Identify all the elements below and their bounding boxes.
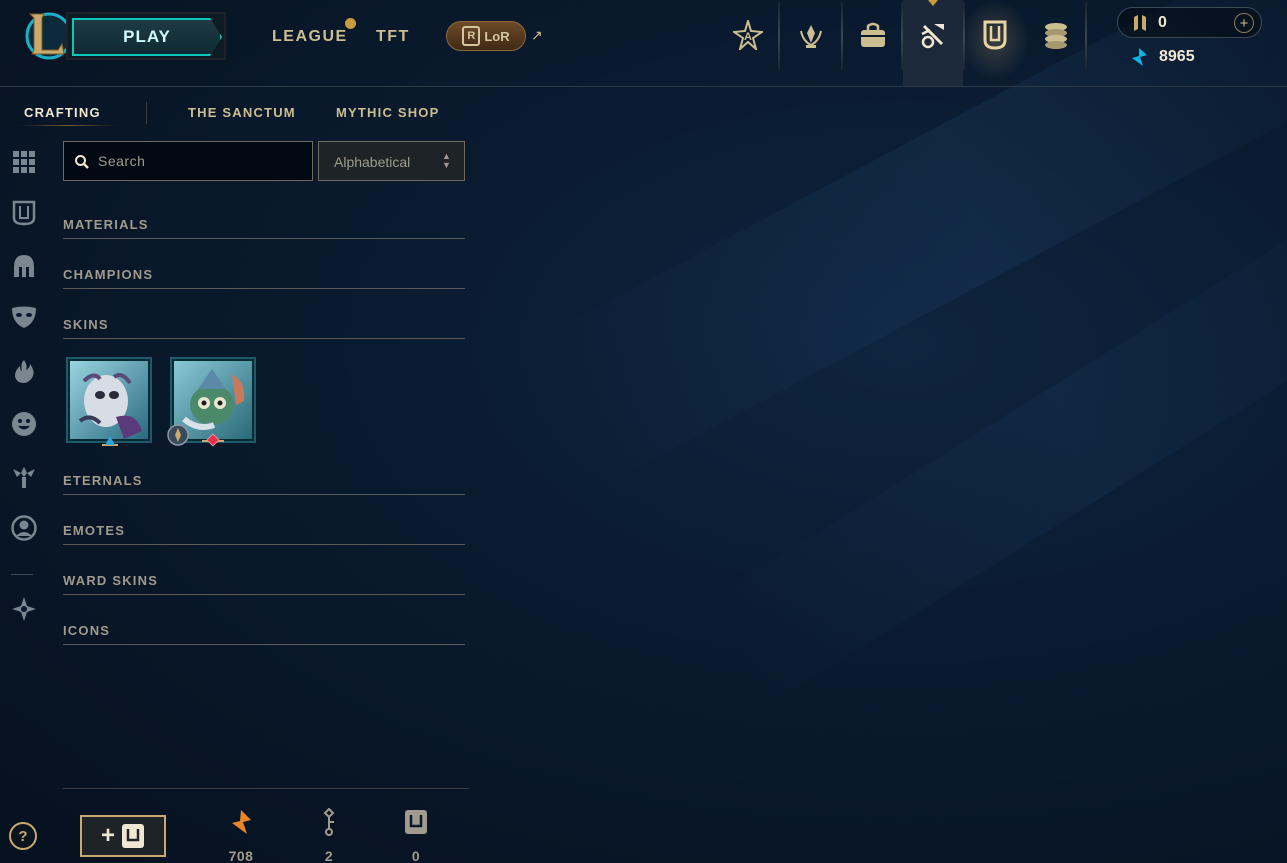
nav-tft[interactable]: TFT: [376, 28, 410, 46]
blue-essence-icon: [1130, 47, 1148, 72]
skin-shard-tile[interactable]: [167, 357, 256, 447]
riot-points-icon: [1130, 13, 1150, 38]
subtab-divider: [146, 102, 147, 124]
flame-icon[interactable]: [10, 357, 38, 385]
top-navigation-bar: PLAY LEAGUE TFT R LoR ↗ A 0 + 8965: [0, 0, 1287, 87]
sidebar-divider: [11, 574, 33, 575]
search-input[interactable]: [98, 142, 308, 180]
keys-value: 2: [324, 848, 334, 863]
helmet-icon[interactable]: [10, 252, 38, 280]
sort-dropdown[interactable]: Alphabetical ▲ ▼: [318, 141, 465, 181]
chests-counter: 0: [396, 808, 436, 863]
external-link-icon: ↗: [531, 27, 543, 43]
tab-the-sanctum[interactable]: THE SANCTUM: [188, 105, 296, 120]
tab-mythic-shop[interactable]: MYTHIC SHOP: [336, 105, 439, 120]
category-skins[interactable]: SKINS: [63, 309, 465, 339]
buy-rp-button[interactable]: +: [1234, 13, 1254, 33]
chroma-badge-icon: [167, 424, 189, 446]
category-label: ICONS: [63, 623, 111, 638]
add-chest-button[interactable]: +: [80, 815, 166, 857]
chest-icon: [122, 824, 144, 848]
category-label: EMOTES: [63, 523, 126, 538]
ward-icon[interactable]: [10, 462, 38, 490]
category-ward-skins[interactable]: WARD SKINS: [63, 565, 465, 595]
epic-rarity-gem-icon: [102, 436, 118, 446]
category-label: MATERIALS: [63, 217, 149, 232]
blue-essence-value: 8965: [1159, 48, 1195, 65]
key-icon: [315, 808, 343, 836]
footer-divider: [63, 788, 469, 789]
chest-icon[interactable]: [10, 199, 38, 227]
category-eternals[interactable]: ETERNALS: [63, 465, 465, 495]
nav-league[interactable]: LEAGUE: [272, 28, 348, 46]
notification-dot: [345, 18, 356, 29]
sort-chevron-icon: ▲ ▼: [442, 151, 451, 170]
category-champions[interactable]: CHAMPIONS: [63, 259, 465, 289]
category-materials[interactable]: MATERIALS: [63, 209, 465, 239]
category-icons[interactable]: ICONS: [63, 615, 465, 645]
lor-label: LoR: [484, 28, 510, 44]
league-logo-icon[interactable]: [22, 10, 73, 62]
challenges-icon[interactable]: [794, 18, 828, 52]
sort-selected-value: Alphabetical: [334, 154, 411, 170]
lor-logo-icon: R: [462, 26, 481, 46]
riot-points-value: 0: [1158, 14, 1167, 31]
eternals-star-icon[interactable]: A: [731, 18, 765, 52]
orange-essence-counter: 708: [221, 808, 261, 863]
loot-crafting-icon[interactable]: [916, 18, 950, 52]
help-button[interactable]: ?: [9, 822, 37, 850]
chests-value: 0: [411, 848, 421, 863]
keys-counter: 2: [309, 808, 349, 863]
mask-icon[interactable]: [10, 303, 38, 331]
tab-crafting[interactable]: CRAFTING: [24, 105, 101, 120]
orange-essence-value: 708: [228, 848, 254, 863]
play-button-frame[interactable]: PLAY: [66, 12, 226, 60]
category-label: ETERNALS: [63, 473, 143, 488]
grid-icon[interactable]: [10, 148, 38, 176]
emote-face-icon[interactable]: [10, 410, 38, 438]
search-field[interactable]: [63, 141, 313, 181]
collection-icon[interactable]: [978, 18, 1012, 52]
profile-icon[interactable]: [10, 514, 38, 542]
active-subtab-underline: [18, 125, 118, 126]
chest-icon: [402, 808, 430, 836]
banner-icon[interactable]: [10, 595, 38, 623]
svg-text:A: A: [744, 31, 752, 43]
category-label: SKINS: [63, 317, 109, 332]
category-emotes[interactable]: EMOTES: [63, 515, 465, 545]
plus-icon: +: [100, 822, 115, 849]
legendary-rarity-gem-icon: [202, 433, 224, 447]
currency-coins-icon[interactable]: [1039, 18, 1073, 52]
search-icon: [74, 154, 90, 170]
play-button[interactable]: PLAY: [72, 18, 222, 56]
lor-button[interactable]: R LoR: [446, 21, 526, 51]
orange-essence-icon: [227, 808, 255, 836]
skin-shard-tile[interactable]: [66, 357, 152, 446]
category-label: WARD SKINS: [63, 573, 159, 588]
store-bag-icon[interactable]: [856, 18, 890, 52]
category-label: CHAMPIONS: [63, 267, 154, 282]
skin-art: [70, 361, 148, 439]
